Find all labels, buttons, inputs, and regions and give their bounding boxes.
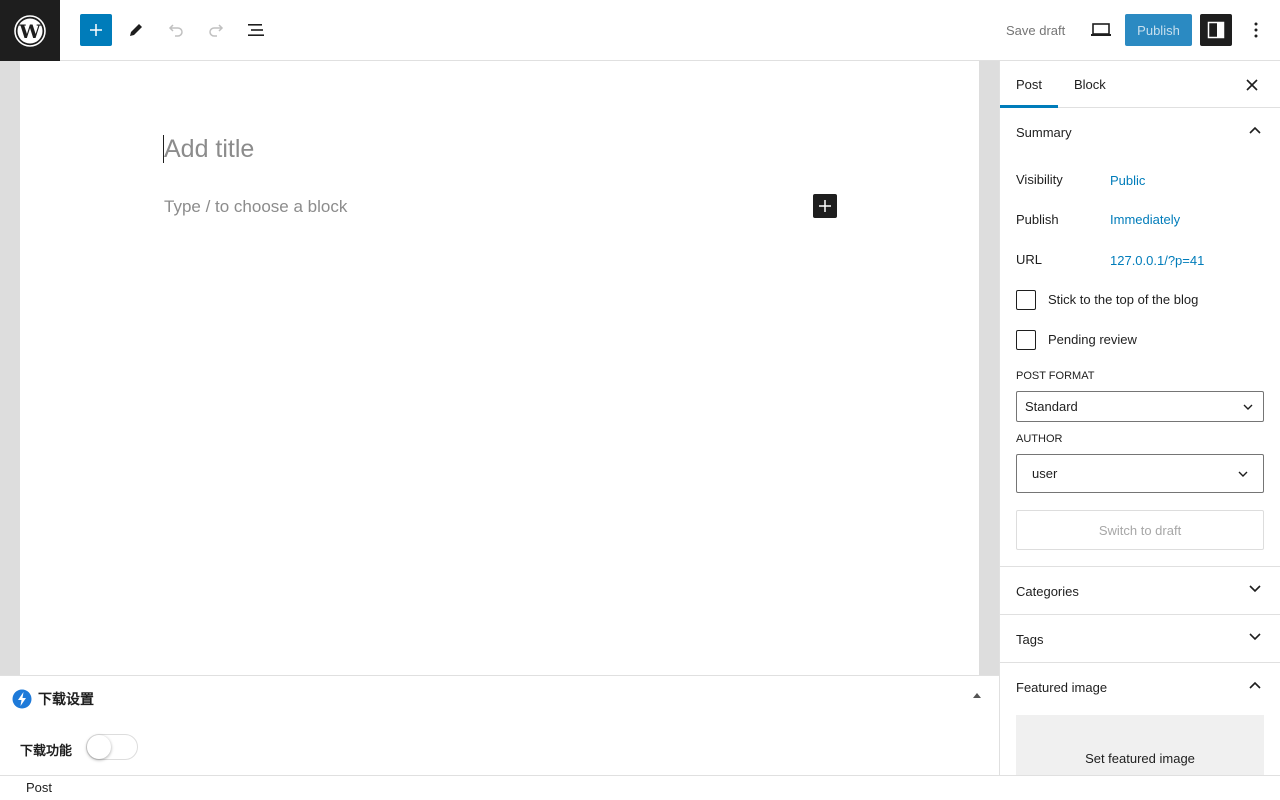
bolt-logo-icon <box>12 689 32 709</box>
tools-button[interactable] <box>120 14 152 46</box>
settings-sidebar: Post Block Summary Visibility Public Pub… <box>999 61 1280 775</box>
editor-canvas[interactable]: Add title Type / to choose a block <box>20 61 979 675</box>
sidebar-toggle-icon <box>1207 21 1225 39</box>
pencil-icon <box>130 24 142 36</box>
plus-icon <box>819 200 831 212</box>
editor-canvas-area: Add title Type / to choose a block <box>0 61 999 675</box>
redo-icon <box>209 24 224 37</box>
chevron-down-icon <box>1249 633 1261 641</box>
more-vertical-icon <box>1254 22 1258 38</box>
author-label: AUTHOR <box>1016 433 1063 445</box>
post-format-value: Standard <box>1025 399 1078 414</box>
chevron-down-icon <box>1238 471 1248 477</box>
close-sidebar-button[interactable] <box>1240 73 1264 97</box>
download-feature-label: 下载功能 <box>20 743 73 758</box>
pending-review-checkbox[interactable] <box>1016 330 1036 350</box>
undo-icon <box>168 24 183 37</box>
plus-icon <box>90 24 102 36</box>
inline-add-block-button[interactable] <box>813 194 837 218</box>
categories-panel-title: Categories <box>1016 583 1079 599</box>
editor-header: W Save draft Publish <box>0 0 1280 61</box>
sticky-checkbox[interactable] <box>1016 290 1036 310</box>
visibility-value-link[interactable]: Public <box>1110 173 1145 188</box>
post-title-input[interactable]: Add title <box>164 135 254 164</box>
preview-button[interactable] <box>1085 14 1117 46</box>
options-button[interactable] <box>1240 14 1272 46</box>
tab-block[interactable]: Block <box>1058 61 1122 108</box>
set-featured-image-button[interactable]: Set featured image <box>1016 715 1264 775</box>
redo-button[interactable] <box>200 14 232 46</box>
metabox-title: 下载设置 <box>38 691 94 707</box>
chevron-down-icon <box>1249 585 1261 593</box>
url-label: URL <box>1016 252 1043 267</box>
toggle-knob <box>87 735 111 759</box>
wordpress-logo-icon[interactable]: W <box>0 0 60 61</box>
download-settings-metabox: 下载设置 下载功能 <box>0 675 999 775</box>
editor-footer: Post <box>0 775 1280 800</box>
collapse-arrow-icon[interactable] <box>973 693 981 698</box>
breadcrumb[interactable]: Post <box>26 780 52 795</box>
publish-label: Publish <box>1016 212 1059 227</box>
sidebar-tabs: Post Block <box>1000 61 1280 108</box>
list-view-icon <box>248 24 264 36</box>
desktop-preview-icon <box>1091 23 1111 36</box>
switch-to-draft-button[interactable]: Switch to draft <box>1016 510 1264 550</box>
svg-text:W: W <box>18 21 41 43</box>
publish-button[interactable]: Publish <box>1125 14 1192 46</box>
tags-panel-title: Tags <box>1016 631 1044 647</box>
close-icon <box>1246 79 1258 91</box>
chevron-down-icon <box>1243 404 1253 410</box>
chevron-up-icon <box>1249 126 1261 134</box>
author-select[interactable]: user <box>1016 454 1264 493</box>
tags-panel-toggle[interactable]: Tags <box>1000 615 1280 663</box>
visibility-label: Visibility <box>1016 172 1063 187</box>
publish-date-link[interactable]: Immediately <box>1110 212 1180 227</box>
author-value: user <box>1032 466 1058 481</box>
summary-panel-toggle[interactable]: Summary <box>1000 108 1280 156</box>
categories-panel-toggle[interactable]: Categories <box>1000 567 1280 615</box>
featured-image-panel-title: Featured image <box>1016 679 1108 695</box>
post-format-select[interactable]: Standard <box>1016 391 1264 422</box>
featured-image-panel-toggle[interactable]: Featured image <box>1000 663 1280 711</box>
post-format-label: POST FORMAT <box>1016 370 1095 382</box>
chevron-up-icon <box>1249 681 1261 689</box>
settings-button[interactable] <box>1200 14 1232 46</box>
pending-review-label: Pending review <box>1048 332 1137 347</box>
summary-panel-title: Summary <box>1016 124 1072 140</box>
metabox-header[interactable]: 下载设置 <box>12 689 94 709</box>
add-block-button[interactable] <box>80 14 112 46</box>
download-feature-toggle[interactable] <box>86 734 138 760</box>
list-view-button[interactable] <box>240 14 272 46</box>
set-featured-image-label: Set featured image <box>1085 750 1195 766</box>
undo-button[interactable] <box>160 14 192 46</box>
block-placeholder[interactable]: Type / to choose a block <box>164 197 347 217</box>
sticky-checkbox-label: Stick to the top of the blog <box>1048 292 1199 307</box>
url-link[interactable]: 127.0.0.1/?p=41 <box>1110 253 1204 268</box>
save-draft-button[interactable]: Save draft <box>996 14 1075 46</box>
tab-post[interactable]: Post <box>1000 61 1058 108</box>
